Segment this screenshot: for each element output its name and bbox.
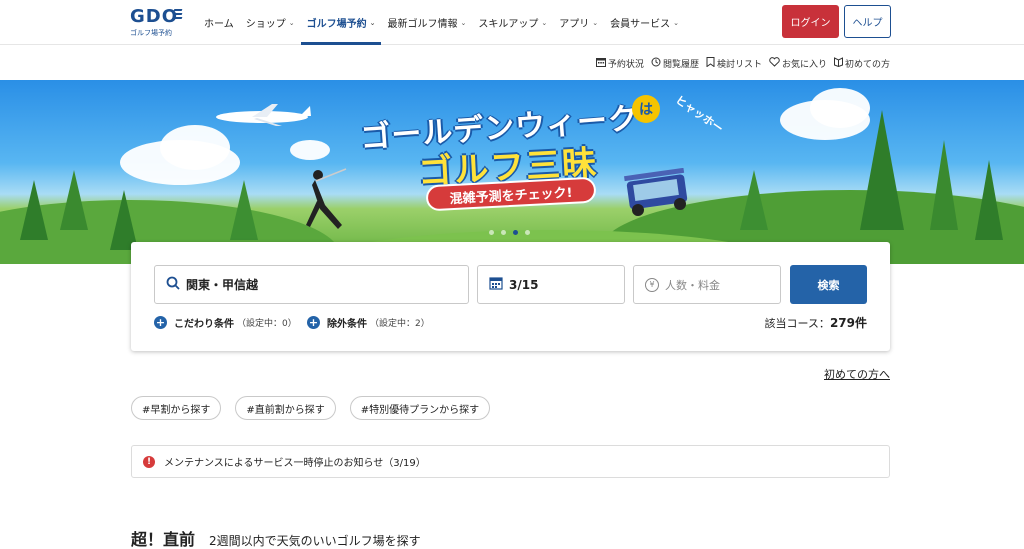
nav-label: スキルアップ: [478, 19, 539, 30]
tag-early-discount[interactable]: #早割から探す: [131, 396, 222, 420]
search-icon: [166, 276, 180, 294]
nav-item-app[interactable]: アプリ ⌄: [553, 0, 604, 45]
area-select[interactable]: 関東・甲信越: [154, 265, 469, 304]
link-label: 閲覧履歴: [662, 59, 699, 70]
help-button[interactable]: ヘルプ: [844, 5, 891, 38]
notice-text: メンテナンスによるサービス一時停止のお知らせ（3/19）: [164, 458, 426, 469]
link-label: 初めての方: [844, 59, 890, 70]
section-subtitle: 2週間以内で天気のいいゴルフ場を探す: [209, 534, 421, 548]
maintenance-notice[interactable]: ! メンテナンスによるサービス一時停止のお知らせ（3/19）: [131, 445, 890, 478]
people-price-select[interactable]: ¥ 人数・料金: [633, 265, 781, 304]
tag-last-minute-discount[interactable]: #直前割から探す: [235, 396, 336, 420]
carousel-dot[interactable]: [525, 230, 530, 235]
main-nav: ホーム ショップ ⌄ ゴルフ場予約 ⌄ 最新ゴルフ情報 ⌄ スキルアップ ⌄ アプリ ⌄ …: [198, 0, 685, 45]
nav-item-golf-course-booking[interactable]: ゴルフ場予約 ⌄: [300, 0, 382, 45]
nav-item-skill-up[interactable]: スキルアップ ⌄: [472, 0, 553, 45]
chevron-down-icon: ⌄: [460, 18, 467, 27]
heart-icon: [769, 56, 780, 70]
link-favorites[interactable]: お気に入り: [769, 56, 827, 70]
nav-label: 会員サービス: [610, 19, 671, 30]
people-price-placeholder: 人数・料金: [665, 278, 720, 292]
logo-text: GDO: [130, 6, 179, 27]
link-label: お気に入り: [781, 59, 827, 70]
plus-circle-icon: +: [307, 316, 320, 329]
nav-item-news[interactable]: 最新ゴルフ情報 ⌄: [381, 0, 472, 45]
date-value: 3/15: [509, 277, 539, 292]
tag-special-plan[interactable]: #特別優待プランから探す: [349, 396, 491, 420]
bookmark-icon: [706, 56, 715, 70]
result-count: 該当コース：279件: [764, 314, 867, 331]
nav-label: ホーム: [204, 19, 234, 30]
nav-item-shop[interactable]: ショップ ⌄: [240, 0, 301, 45]
gdo-logo[interactable]: GDO ゴルフ場予約: [130, 6, 190, 38]
yen-icon: ¥: [645, 277, 659, 292]
chevron-down-icon: ⌄: [288, 18, 295, 27]
date-select[interactable]: 3/15: [477, 265, 625, 304]
history-icon: [651, 57, 661, 70]
calendar-icon: [595, 57, 606, 70]
search-panel: 関東・甲信越 3/15 ¥ 人数・料金 検索 + こだわり条件 （設定中：0） …: [131, 242, 890, 351]
carousel-dots: [489, 230, 537, 235]
carousel-dot-active[interactable]: [513, 230, 518, 235]
nav-label: 最新ゴルフ情報: [387, 19, 458, 30]
nav-label: アプリ: [559, 19, 590, 30]
beginners-link[interactable]: 初めての方へ: [824, 366, 890, 382]
plus-circle-icon: +: [154, 316, 167, 329]
condition-status: （設定中：2）: [370, 319, 430, 329]
result-count-label: 該当コース：: [764, 317, 830, 330]
link-label: 検討リスト: [716, 59, 762, 70]
calendar-icon: [489, 276, 503, 294]
global-header: GDO ゴルフ場予約 ホーム ショップ ⌄ ゴルフ場予約 ⌄ 最新ゴルフ情報 ⌄ スキ…: [0, 0, 1024, 45]
exclusion-conditions-toggle[interactable]: + 除外条件 （設定中：2）: [307, 315, 430, 330]
nav-item-member-services[interactable]: 会員サービス ⌄: [604, 0, 685, 45]
chevron-down-icon: ⌄: [592, 18, 599, 27]
link-consideration-list[interactable]: 検討リスト: [706, 56, 762, 70]
chevron-down-icon: ⌄: [673, 18, 679, 27]
login-button[interactable]: ログイン: [782, 5, 839, 38]
last-minute-section-heading: 超！直前 2週間以内で天気のいいゴルフ場を探す: [131, 526, 421, 549]
area-value: 関東・甲信越: [186, 278, 259, 292]
condition-label: 除外条件: [327, 319, 367, 330]
preference-conditions-toggle[interactable]: + こだわり条件 （設定中：0）: [154, 315, 297, 330]
warning-icon: !: [143, 455, 155, 468]
result-count-value: 279件: [829, 316, 867, 330]
nav-label: ゴルフ場予約: [306, 19, 367, 30]
guide-icon: [833, 56, 843, 70]
condition-status: （設定中：0）: [237, 319, 297, 329]
logo-stripes-icon: [173, 9, 183, 21]
link-label: 予約状況: [607, 59, 644, 70]
chevron-down-icon: ⌄: [541, 18, 548, 27]
chevron-down-icon: ⌄: [369, 18, 376, 27]
link-reservation-status[interactable]: 予約状況: [595, 57, 644, 70]
link-beginners[interactable]: 初めての方: [833, 56, 890, 70]
section-title: 超！直前: [131, 530, 196, 549]
nav-label: ショップ: [245, 19, 286, 30]
logo-subtitle: ゴルフ場予約: [130, 29, 172, 37]
carousel-dot[interactable]: [501, 230, 506, 235]
golfer-icon: [306, 168, 347, 229]
link-browsing-history[interactable]: 閲覧履歴: [651, 57, 699, 70]
hashtag-links: #早割から探す #直前割から探す #特別優待プランから探す: [131, 396, 504, 420]
carousel-dot[interactable]: [489, 230, 494, 235]
utility-links: 予約状況 閲覧履歴 検討リスト お気に入り 初めての方: [589, 55, 890, 71]
condition-label: こだわり条件: [174, 319, 234, 330]
search-button[interactable]: 検索: [790, 265, 867, 304]
airplane-icon: [216, 104, 311, 126]
nav-item-home[interactable]: ホーム: [198, 0, 240, 45]
banner-ha-badge: は: [632, 95, 660, 123]
golf-cart-icon: [624, 168, 688, 216]
